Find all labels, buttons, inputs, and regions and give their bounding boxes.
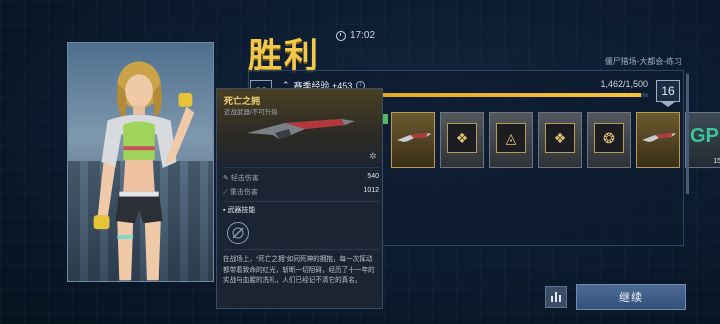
continue-button[interactable]: 继续: [576, 284, 686, 310]
rifle-reward[interactable]: [636, 112, 680, 168]
statistics-button[interactable]: [545, 286, 567, 308]
heavy-attack-icon: ⟋: [223, 189, 230, 196]
stat-value: 1012: [363, 187, 379, 194]
weapon-skill-icon[interactable]: [227, 222, 249, 244]
stat-value: 540: [367, 173, 379, 180]
crest-reward[interactable]: ❖: [440, 112, 484, 168]
bar-chart-icon: [551, 296, 553, 302]
level-pointer-icon: [661, 102, 675, 107]
stat-label: ✎ 轻击伤害: [223, 173, 259, 183]
rifle-icon: [642, 133, 676, 142]
slash-icon: [232, 227, 244, 239]
stat-row: ✎ 轻击伤害 540: [223, 173, 379, 183]
crest-reward[interactable]: ❖: [538, 112, 582, 168]
crest-reward[interactable]: ◬: [489, 112, 533, 168]
emblem-icon: ❂: [594, 123, 624, 153]
gp-reward[interactable]: GP 150: [685, 112, 720, 168]
season-exp-bar: [380, 93, 648, 97]
game-mode-label: 僵尸猎场-大都会-练习: [604, 57, 682, 66]
scrollbar[interactable]: [686, 74, 689, 194]
settings-icon[interactable]: ✲: [369, 151, 377, 162]
stat-label: ⟋ 重击伤害: [223, 187, 258, 197]
skill-section-title: ▪ 武器技能: [223, 207, 256, 214]
character-figure: [93, 61, 195, 281]
gp-icon: GP: [690, 125, 719, 147]
stat-label-text: 重击伤害: [229, 189, 258, 196]
match-time: 17:02: [336, 30, 375, 41]
weapon-tooltip: 死亡之拥 近战武器/不可升级 ✲ ✎ 轻击伤害 540 ⟋ 重击伤害 1012 …: [216, 88, 383, 309]
emblem-icon: ◬: [496, 123, 526, 153]
crest-reward[interactable]: ❂: [587, 112, 631, 168]
gp-count: 150: [713, 158, 720, 165]
light-attack-icon: ✎: [223, 175, 231, 182]
skill-title-text: 武器技能: [227, 207, 256, 214]
emblem-icon: ❖: [447, 123, 477, 153]
divider: [223, 167, 379, 168]
divider: [223, 249, 379, 250]
rifle-reward[interactable]: [391, 112, 435, 168]
bar-chart-icon-bar: [559, 295, 561, 302]
weapon-description: 在战场上，“死亡之拥”如同死神的拥抱，每一次挥动都带着致命的红光，斩断一切阻碍，…: [223, 256, 375, 284]
stat-label-text: 轻击伤害: [230, 175, 259, 182]
match-time-text: 17:02: [350, 30, 376, 41]
weapon-image: [247, 119, 355, 139]
divider: [223, 201, 379, 202]
character-portrait: [67, 42, 214, 282]
stat-row: ⟋ 重击伤害 1012: [223, 187, 379, 197]
season-exp-value: 1,462/1,500: [600, 79, 648, 89]
season-exp-fill: [380, 93, 642, 97]
rifle-icon: [397, 133, 431, 142]
emblem-icon: ❖: [545, 123, 575, 153]
bar-chart-icon-bar: [555, 292, 557, 302]
clock-icon: [336, 30, 346, 41]
season-level: 16: [656, 80, 680, 102]
